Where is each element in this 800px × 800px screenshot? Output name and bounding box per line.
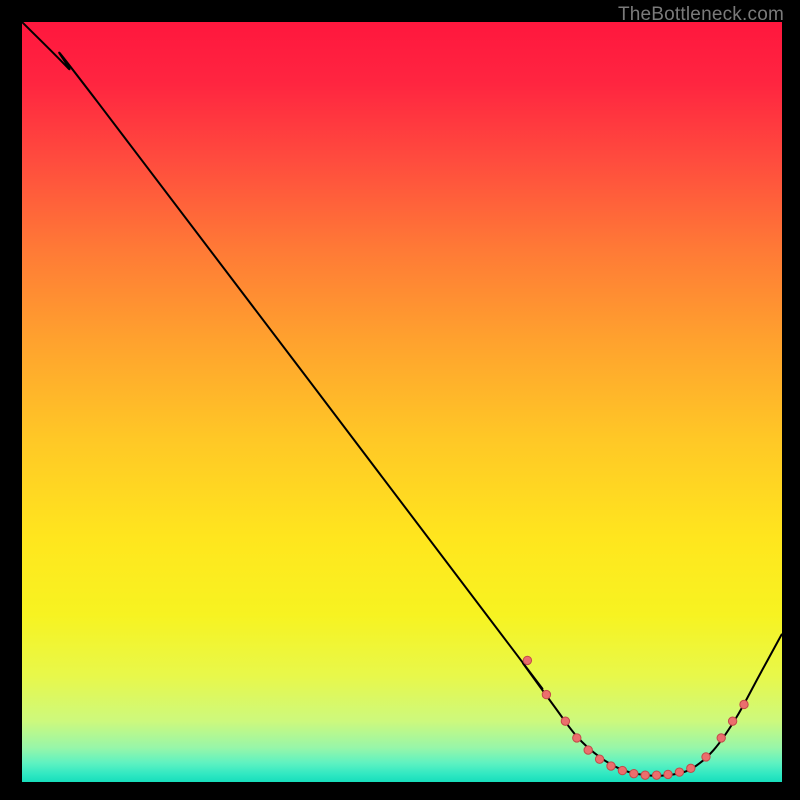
gradient-background — [22, 22, 782, 782]
data-marker — [728, 717, 736, 725]
plot-area — [22, 22, 782, 782]
data-marker — [595, 755, 603, 763]
data-marker — [717, 734, 725, 742]
chart-stage: TheBottleneck.com — [0, 0, 800, 800]
attribution-watermark: TheBottleneck.com — [618, 4, 784, 26]
data-marker — [630, 769, 638, 777]
data-marker — [542, 690, 550, 698]
data-marker — [740, 700, 748, 708]
bottleneck-curve-chart — [22, 22, 782, 782]
data-marker — [664, 770, 672, 778]
data-marker — [584, 746, 592, 754]
data-marker — [675, 768, 683, 776]
data-marker — [523, 656, 531, 664]
data-marker — [687, 764, 695, 772]
data-marker — [652, 771, 660, 779]
data-marker — [641, 771, 649, 779]
data-marker — [702, 753, 710, 761]
data-marker — [561, 717, 569, 725]
data-marker — [607, 762, 615, 770]
data-marker — [573, 734, 581, 742]
data-marker — [618, 766, 626, 774]
